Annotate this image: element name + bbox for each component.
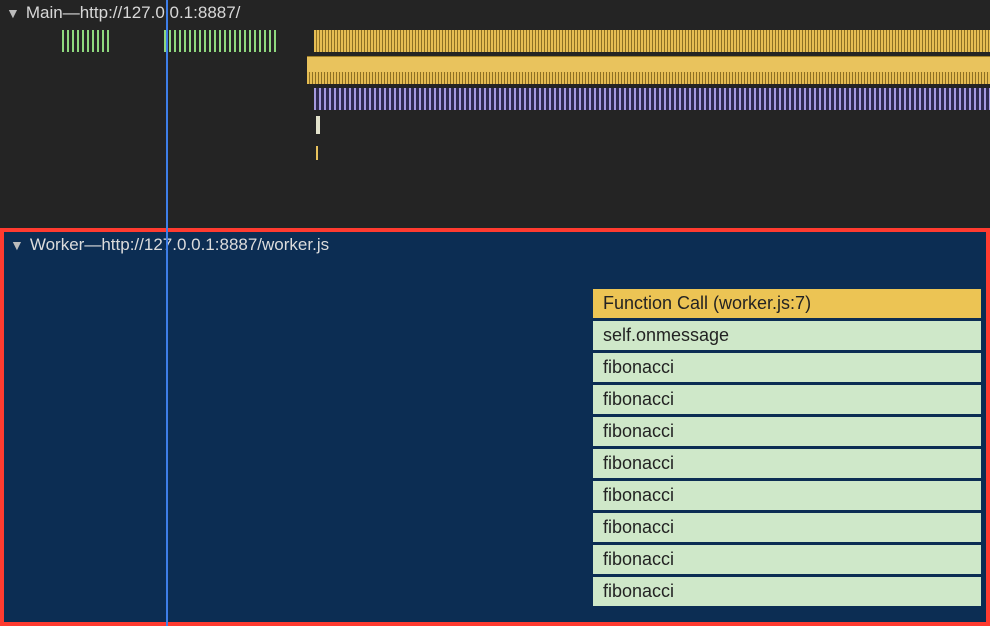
flame-frame-label: fibonacci <box>603 421 674 441</box>
task-cluster[interactable] <box>62 30 112 52</box>
main-track-row-1[interactable] <box>0 56 990 80</box>
scripting-task-bar[interactable] <box>307 72 990 84</box>
main-header-sep: — <box>63 3 80 23</box>
flame-frame[interactable]: fibonacci <box>592 576 982 608</box>
main-track-row-3[interactable] <box>0 116 990 140</box>
flame-frame-label: fibonacci <box>603 453 674 473</box>
main-track-row-2[interactable] <box>0 88 990 112</box>
worker-header-prefix: Worker <box>30 235 84 255</box>
main-track-row-0[interactable] <box>0 30 990 54</box>
worker-timeline-body[interactable]: Function Call (worker.js:7) self.onmessag… <box>4 258 986 622</box>
flame-frame[interactable]: fibonacci <box>592 352 982 384</box>
task-tick[interactable] <box>316 146 318 160</box>
worker-panel-header[interactable]: ▼ Worker — http://127.0.0.1:8887/worker.… <box>4 232 986 258</box>
task-cluster[interactable] <box>164 30 276 52</box>
flame-frame-label: fibonacci <box>603 581 674 601</box>
main-header-url: http://127.0.0.1:8887/ <box>80 3 241 23</box>
main-header-prefix: Main <box>26 3 63 23</box>
flame-frame-label: fibonacci <box>603 389 674 409</box>
main-track-row-4[interactable] <box>0 146 990 170</box>
flame-frame[interactable]: fibonacci <box>592 384 982 416</box>
task-tick[interactable] <box>318 116 320 134</box>
flame-frame-label: fibonacci <box>603 549 674 569</box>
flame-frame[interactable]: fibonacci <box>592 416 982 448</box>
flame-frame-label: self.onmessage <box>603 325 729 345</box>
scripting-task-bar[interactable] <box>314 30 990 52</box>
disclosure-triangle-icon[interactable]: ▼ <box>6 5 20 21</box>
main-thread-panel: ▼ Main — http://127.0.0.1:8887/ <box>0 0 990 228</box>
flame-frame[interactable]: fibonacci <box>592 448 982 480</box>
main-timeline-body[interactable] <box>0 26 990 228</box>
flame-frame-label: Function Call (worker.js:7) <box>603 293 811 313</box>
flame-frame[interactable]: fibonacci <box>592 544 982 576</box>
flame-frame[interactable]: fibonacci <box>592 480 982 512</box>
disclosure-triangle-icon[interactable]: ▼ <box>10 237 24 253</box>
worker-header-sep: — <box>84 235 101 255</box>
flame-frame[interactable]: fibonacci <box>592 512 982 544</box>
flame-frame[interactable]: self.onmessage <box>592 320 982 352</box>
main-panel-header[interactable]: ▼ Main — http://127.0.0.1:8887/ <box>0 0 990 26</box>
flame-frame-label: fibonacci <box>603 517 674 537</box>
rendering-task-bar[interactable] <box>314 88 990 110</box>
flame-frame[interactable]: Function Call (worker.js:7) <box>592 288 982 320</box>
flame-chart-stack[interactable]: Function Call (worker.js:7) self.onmessag… <box>592 288 982 608</box>
worker-header-url: http://127.0.0.1:8887/worker.js <box>101 235 329 255</box>
flame-frame-label: fibonacci <box>603 357 674 377</box>
worker-thread-panel: ▼ Worker — http://127.0.0.1:8887/worker.… <box>0 228 990 626</box>
flame-frame-label: fibonacci <box>603 485 674 505</box>
